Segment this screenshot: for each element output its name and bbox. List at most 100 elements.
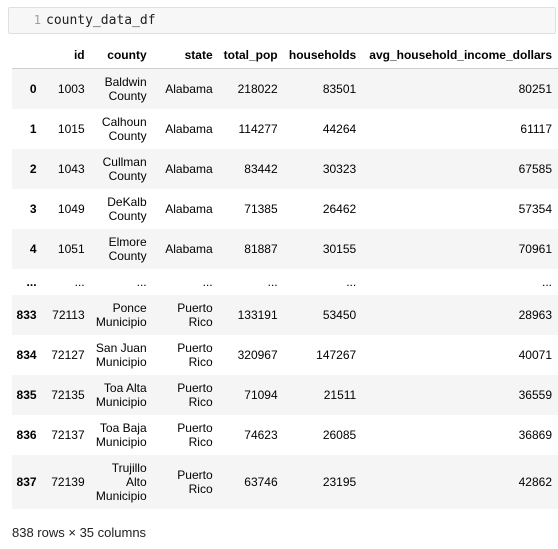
cell-id: 1043 bbox=[57, 161, 85, 176]
cell-county: Elmore County bbox=[108, 234, 147, 263]
cell-avg-household-income: 57354 bbox=[518, 201, 552, 216]
cell-state: Puerto Rico bbox=[177, 340, 213, 369]
cell-avg-household-income: 67585 bbox=[518, 161, 552, 176]
row-index: 834 bbox=[16, 347, 37, 362]
cell-households: 21511 bbox=[323, 387, 357, 402]
column-header-avg-household-income: avg_household_income_dollars bbox=[362, 42, 558, 69]
cell-avg-household-income: 36559 bbox=[518, 387, 552, 402]
cell-total-pop: 83442 bbox=[244, 161, 278, 176]
cell-id: 1051 bbox=[57, 241, 85, 256]
cell-total-pop: 320967 bbox=[237, 347, 278, 362]
table-row: 834 72127 San Juan Municipio Puerto Rico 320… bbox=[12, 335, 558, 375]
dataframe-shape: 838 rows × 35 columns bbox=[12, 525, 147, 540]
table-row: 1 1015 Calhoun County Alabama 114277 44264 611… bbox=[12, 109, 558, 149]
cell-county: Toa Alta Municipio bbox=[95, 380, 147, 409]
table-row: 833 72113 Ponce Municipio Puerto Rico 133191… bbox=[12, 294, 558, 335]
cell-total-pop: 114277 bbox=[238, 121, 278, 136]
code-input[interactable]: county_data_df bbox=[46, 8, 156, 33]
row-index: 3 bbox=[29, 201, 37, 216]
column-header-county: county bbox=[90, 42, 153, 69]
cell-state: Puerto Rico bbox=[177, 467, 213, 496]
row-index: 833 bbox=[16, 307, 37, 322]
cell-total-pop: 133191 bbox=[237, 307, 278, 322]
table-row: 4 1051 Elmore County Alabama 81887 30155 70961 bbox=[12, 228, 558, 269]
cell-id: 72135 bbox=[51, 387, 85, 402]
header-row: id county state total_pop households avg… bbox=[12, 42, 558, 69]
cell-households: ... bbox=[346, 274, 357, 289]
dataframe-table: id county state total_pop households avg… bbox=[12, 42, 558, 509]
cell-total-pop: 71094 bbox=[244, 387, 278, 402]
column-header-id: id bbox=[46, 42, 91, 69]
cell-avg-household-income: 36869 bbox=[518, 427, 552, 442]
table-row: 3 1049 DeKalb County Alabama 71385 26462 57354 bbox=[12, 189, 558, 229]
cell-state: Alabama bbox=[165, 161, 213, 176]
cell-households: 147267 bbox=[316, 347, 357, 362]
cell-total-pop: 63746 bbox=[244, 474, 278, 489]
cell-households: 26085 bbox=[322, 427, 357, 442]
cell-households: 23195 bbox=[322, 474, 357, 489]
cell-state: Puerto Rico bbox=[177, 380, 213, 409]
cell-state: Puerto Rico bbox=[177, 420, 213, 449]
cell-avg-household-income: ... bbox=[541, 274, 552, 289]
cell-county: San Juan Municipio bbox=[95, 340, 147, 369]
cell-state: Alabama bbox=[165, 81, 213, 96]
cell-avg-household-income: 80251 bbox=[518, 81, 552, 96]
column-header-total-pop: total_pop bbox=[218, 42, 284, 69]
row-index: 4 bbox=[29, 241, 37, 256]
cell-total-pop: 74623 bbox=[244, 427, 278, 442]
cell-households: 83501 bbox=[322, 81, 357, 96]
cell-avg-household-income: 61117 bbox=[520, 121, 552, 136]
cell-id: 1003 bbox=[57, 81, 85, 96]
row-index: 835 bbox=[16, 387, 37, 402]
cell-id: 1015 bbox=[57, 121, 85, 136]
cell-county: ... bbox=[136, 274, 147, 289]
cell-households: 44264 bbox=[322, 121, 357, 136]
row-index: 837 bbox=[16, 474, 37, 489]
cell-id: 72127 bbox=[51, 347, 85, 362]
cell-id: 72139 bbox=[51, 474, 85, 489]
cell-county: Baldwin County bbox=[104, 74, 147, 103]
row-index: 1 bbox=[29, 121, 37, 136]
cell-county: Trujillo Alto Municipio bbox=[95, 460, 147, 503]
cell-avg-household-income: 42862 bbox=[518, 474, 552, 489]
row-index: 2 bbox=[29, 161, 37, 176]
cell-households: 26462 bbox=[322, 201, 357, 216]
cell-total-pop: 81887 bbox=[244, 241, 278, 256]
table-row: ..................... bbox=[12, 269, 558, 295]
index-header bbox=[12, 42, 47, 69]
line-number: 1 bbox=[33, 13, 41, 27]
cell-county: Ponce Municipio bbox=[95, 300, 147, 329]
cell-households: 30323 bbox=[322, 161, 357, 176]
cell-total-pop: ... bbox=[267, 274, 278, 289]
cell-total-pop: 71385 bbox=[244, 201, 278, 216]
cell-county: DeKalb County bbox=[107, 194, 147, 223]
table-row: 0 1003 Baldwin County Alabama 218022 83501 802… bbox=[12, 68, 558, 109]
table-row: 835 72135 Toa Alta Municipio Puerto Rico 710… bbox=[12, 374, 558, 415]
cell-id: 1049 bbox=[57, 201, 85, 216]
cell-state: Puerto Rico bbox=[177, 300, 213, 329]
table-row: 837 72139 Trujillo Alto Municipio Puerto Ri… bbox=[12, 454, 558, 509]
code-cell[interactable]: 1 county_data_df bbox=[8, 7, 556, 34]
cell-county: Cullman County bbox=[102, 154, 147, 183]
cell-state: Alabama bbox=[165, 201, 213, 216]
cell-avg-household-income: 70961 bbox=[518, 241, 552, 256]
cell-state: Alabama bbox=[165, 241, 213, 256]
row-index: 0 bbox=[29, 81, 37, 96]
row-index: 836 bbox=[16, 427, 37, 442]
cell-id: 72137 bbox=[51, 427, 85, 442]
cell-avg-household-income: 40071 bbox=[518, 347, 552, 362]
table-row: 2 1043 Cullman County Alabama 83442 30323 6758… bbox=[12, 148, 558, 189]
table-row: 836 72137 Toa Baja Municipio Puerto Rico 746… bbox=[12, 415, 558, 455]
cell-state: ... bbox=[202, 274, 213, 289]
cell-avg-household-income: 28963 bbox=[518, 307, 552, 322]
cell-county: Toa Baja Municipio bbox=[95, 420, 147, 449]
cell-id: ... bbox=[74, 274, 85, 289]
row-index: ... bbox=[26, 274, 37, 289]
column-header-households: households bbox=[283, 42, 363, 69]
cell-households: 53450 bbox=[322, 307, 357, 322]
cell-total-pop: 218022 bbox=[237, 81, 278, 96]
cell-households: 30155 bbox=[322, 241, 357, 256]
column-header-state: state bbox=[152, 42, 219, 69]
cell-state: Alabama bbox=[165, 121, 213, 136]
cell-county: Calhoun County bbox=[101, 114, 147, 143]
